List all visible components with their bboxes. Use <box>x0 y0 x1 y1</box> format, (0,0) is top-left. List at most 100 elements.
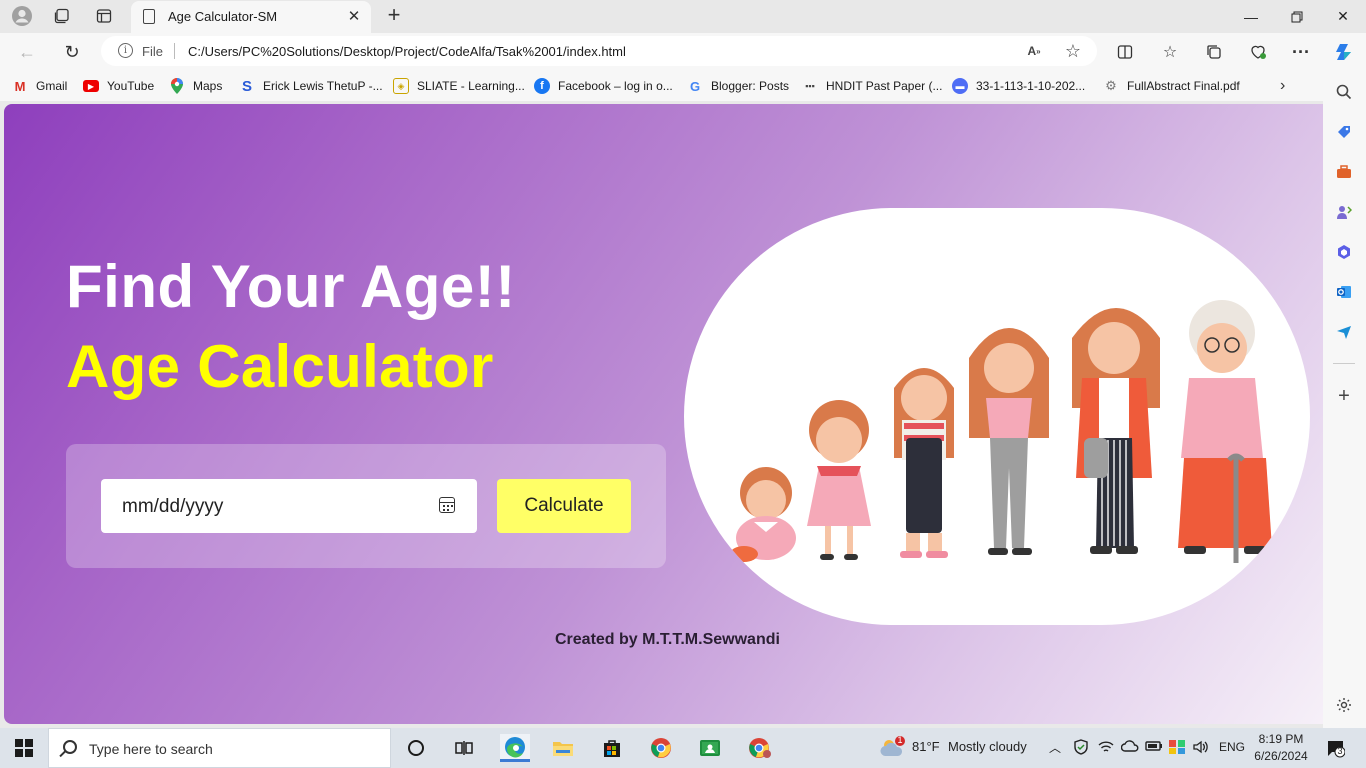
browser-essentials-icon[interactable] <box>1245 39 1271 65</box>
chrome-profile-icon[interactable] <box>745 734 775 762</box>
youtube-icon: ▶ <box>83 80 99 92</box>
microsoft-store-icon[interactable] <box>597 734 627 762</box>
page-heading: Find Your Age!! <box>66 253 516 320</box>
bookmark-full-abstract[interactable]: ⚙ FullAbstract Final.pdf <box>1103 77 1240 95</box>
chrome-icon[interactable] <box>646 734 676 762</box>
shopping-tag-icon[interactable] <box>1334 122 1354 142</box>
child-figure <box>807 400 871 560</box>
google-icon: G <box>689 78 701 94</box>
age-stages-illustration <box>684 208 1310 625</box>
birthdate-input[interactable]: mm/dd/yyyy <box>101 479 477 533</box>
workspaces-icon[interactable] <box>48 4 76 28</box>
info-icon[interactable]: i <box>118 43 133 58</box>
bookmark-doc[interactable]: ▬ 33-1-113-1-10-202... <box>952 77 1085 95</box>
more-options-icon[interactable]: ··· <box>1288 39 1314 65</box>
back-icon[interactable]: ← <box>12 37 42 67</box>
maps-icon <box>169 78 185 94</box>
edge-taskbar-icon[interactable] <box>500 734 530 762</box>
tab-age-calculator[interactable]: Age Calculator-SM ✕ <box>131 1 371 33</box>
language-indicator[interactable]: ENG <box>1219 740 1245 754</box>
read-aloud-icon[interactable]: A» <box>1024 41 1044 61</box>
bookmark-youtube[interactable]: ▶ YouTube <box>83 77 154 95</box>
bookmark-label: HNDIT Past Paper (... <box>826 79 943 93</box>
notifications-icon[interactable]: 3 <box>1325 738 1346 761</box>
split-screen-icon[interactable] <box>1112 39 1138 65</box>
url-scheme: File <box>142 44 163 59</box>
young-woman-figure <box>969 328 1049 555</box>
bookmark-label: YouTube <box>107 79 155 93</box>
address-bar[interactable]: i File C:/Users/PC%20Solutions/Desktop/P… <box>101 36 1097 66</box>
page-icon <box>143 9 155 24</box>
restore-button[interactable] <box>1274 0 1320 33</box>
bookmark-sliate[interactable]: ◈ SLIATE - Learning... <box>393 77 525 95</box>
bookmark-label: Blogger: Posts <box>711 79 790 93</box>
bookmark-hndit[interactable]: ▪▪▪ HNDIT Past Paper (... <box>802 77 942 95</box>
cortana-icon[interactable] <box>401 734 431 762</box>
bookmark-maps[interactable]: Maps <box>169 77 222 95</box>
calculate-button[interactable]: Calculate <box>497 479 631 533</box>
close-window-button[interactable]: ✕ <box>1320 0 1366 33</box>
facebook-icon: f <box>534 78 550 94</box>
age-calculator-page: Find Your Age!! Age Calculator mm/dd/yyy… <box>4 104 1323 724</box>
security-shield-icon[interactable] <box>1073 739 1089 758</box>
s-icon: S <box>241 77 252 95</box>
favorite-star-icon[interactable]: ☆ <box>1063 41 1083 61</box>
collections-icon[interactable] <box>1201 39 1227 65</box>
classroom-icon[interactable] <box>695 734 725 762</box>
onedrive-cloud-icon[interactable] <box>1120 739 1139 756</box>
windows-start-icon[interactable] <box>0 728 48 768</box>
tab-actions-icon[interactable] <box>90 4 118 28</box>
file-explorer-icon[interactable] <box>548 734 578 762</box>
outlook-icon[interactable] <box>1334 282 1354 302</box>
minimize-button[interactable]: — <box>1228 0 1274 33</box>
task-view-icon[interactable] <box>449 734 479 762</box>
bookmark-gmail[interactable]: M Gmail <box>12 77 68 95</box>
refresh-icon[interactable]: ↻ <box>57 37 87 67</box>
bookmark-label: FullAbstract Final.pdf <box>1127 79 1240 93</box>
bookmark-facebook[interactable]: f Facebook – log in o... <box>534 77 673 95</box>
calendar-icon[interactable] <box>439 497 455 513</box>
url-separator <box>174 43 175 59</box>
settings-gear-icon[interactable] <box>1334 695 1354 715</box>
battery-icon[interactable] <box>1145 739 1163 756</box>
add-icon[interactable]: + <box>1334 385 1354 407</box>
clock-time: 8:19 PM <box>1258 732 1304 746</box>
wifi-icon[interactable] <box>1098 739 1114 758</box>
new-tab-button[interactable]: + <box>382 2 406 27</box>
bookmark-erick-lewis[interactable]: S Erick Lewis ThetuP -... <box>239 77 383 95</box>
volume-icon[interactable] <box>1192 739 1208 758</box>
chevron-right-icon[interactable]: › <box>1280 77 1285 95</box>
sliate-icon: ◈ <box>393 78 409 94</box>
bookmark-label: 33-1-113-1-10-202... <box>976 79 1086 93</box>
profile-icon[interactable] <box>8 4 36 28</box>
app-tray-icon[interactable] <box>1168 739 1186 758</box>
taskbar-search-box[interactable]: Type here to search <box>48 728 391 768</box>
pdf-icon: ⚙ <box>1105 78 1117 93</box>
page-subheading: Age Calculator <box>66 333 494 400</box>
microsoft-365-icon[interactable] <box>1334 242 1354 262</box>
favorites-icon[interactable]: ☆ <box>1157 39 1183 65</box>
close-tab-icon[interactable]: ✕ <box>345 7 363 25</box>
teen-figure <box>894 368 954 558</box>
weather-description[interactable]: Mostly cloudy <box>948 739 1027 754</box>
search-icon[interactable] <box>1334 82 1354 102</box>
games-icon[interactable] <box>1334 202 1354 222</box>
url-text[interactable]: C:/Users/PC%20Solutions/Desktop/Project/… <box>188 44 626 59</box>
weather-badge: 1 <box>897 735 903 745</box>
copilot-icon[interactable] <box>1331 39 1357 65</box>
browser-titlebar: Age Calculator-SM ✕ + — ✕ <box>0 0 1366 33</box>
baby-figure <box>730 467 796 562</box>
windows-taskbar: Type here to search 1 81°F Mostly cloudy… <box>0 728 1366 768</box>
bookmark-label: SLIATE - Learning... <box>417 79 525 93</box>
send-icon[interactable] <box>1334 322 1354 342</box>
browser-toolbar: ← ↻ i File C:/Users/PC%20Solutions/Deskt… <box>0 33 1366 71</box>
weather-temperature[interactable]: 81°F <box>912 739 940 754</box>
taskbar-clock[interactable]: 8:19 PM 6/26/2024 <box>1250 731 1312 765</box>
chevron-up-icon[interactable]: ︿ <box>1049 739 1061 756</box>
tools-briefcase-icon[interactable] <box>1334 162 1354 182</box>
tab-title: Age Calculator-SM <box>168 9 278 24</box>
weather-icon[interactable]: 1 <box>879 735 907 761</box>
bookmark-blogger[interactable]: G Blogger: Posts <box>687 77 789 95</box>
calculator-card: mm/dd/yyyy Calculate <box>66 444 666 568</box>
gmail-icon: M <box>14 78 26 94</box>
